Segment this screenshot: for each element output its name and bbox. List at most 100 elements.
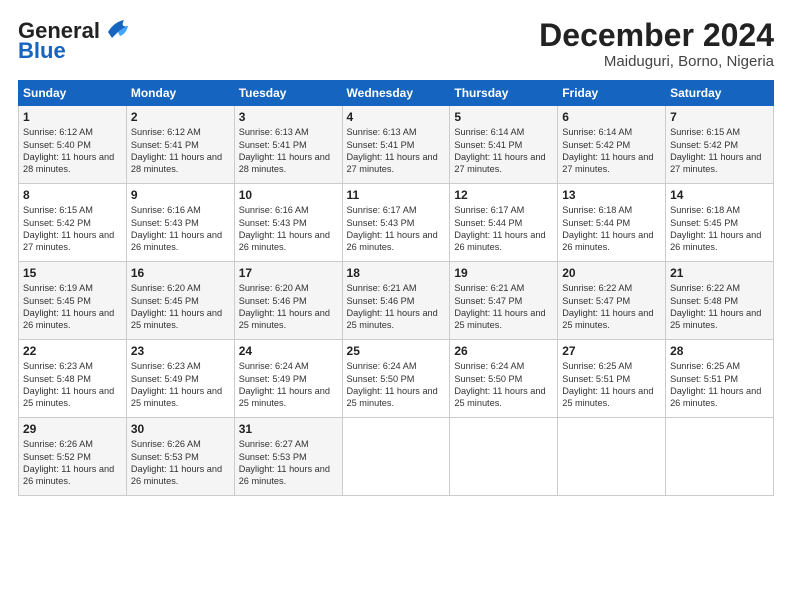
day-number: 3	[239, 110, 338, 124]
calendar-cell: 27 Sunrise: 6:25 AM Sunset: 5:51 PM Dayl…	[558, 340, 666, 418]
sunrise-label: Sunrise: 6:23 AM	[131, 361, 201, 371]
weekday-header-saturday: Saturday	[666, 81, 774, 106]
day-number: 13	[562, 188, 661, 202]
sunset-label: Sunset: 5:43 PM	[239, 218, 307, 228]
daylight-label: Daylight: 11 hours and 26 minutes.	[239, 230, 330, 252]
daylight-label: Daylight: 11 hours and 25 minutes.	[131, 308, 222, 330]
daylight-label: Daylight: 11 hours and 28 minutes.	[239, 152, 330, 174]
day-number: 11	[347, 188, 446, 202]
calendar-cell: 29 Sunrise: 6:26 AM Sunset: 5:52 PM Dayl…	[19, 418, 127, 496]
sunset-label: Sunset: 5:50 PM	[454, 374, 522, 384]
calendar-cell	[558, 418, 666, 496]
calendar-cell: 13 Sunrise: 6:18 AM Sunset: 5:44 PM Dayl…	[558, 184, 666, 262]
weekday-header-sunday: Sunday	[19, 81, 127, 106]
calendar-cell: 3 Sunrise: 6:13 AM Sunset: 5:41 PM Dayli…	[234, 106, 342, 184]
daylight-label: Daylight: 11 hours and 25 minutes.	[347, 386, 438, 408]
day-number: 10	[239, 188, 338, 202]
day-number: 15	[23, 266, 122, 280]
sunrise-label: Sunrise: 6:26 AM	[131, 439, 201, 449]
weekday-header-monday: Monday	[126, 81, 234, 106]
logo-bird-icon	[104, 18, 132, 40]
day-number: 4	[347, 110, 446, 124]
day-number: 20	[562, 266, 661, 280]
weekday-header-row: SundayMondayTuesdayWednesdayThursdayFrid…	[19, 81, 774, 106]
sunrise-label: Sunrise: 6:18 AM	[670, 205, 740, 215]
day-info: Sunrise: 6:15 AM Sunset: 5:42 PM Dayligh…	[670, 126, 769, 176]
sunset-label: Sunset: 5:43 PM	[131, 218, 199, 228]
day-info: Sunrise: 6:23 AM Sunset: 5:48 PM Dayligh…	[23, 360, 122, 410]
sunset-label: Sunset: 5:43 PM	[347, 218, 415, 228]
daylight-label: Daylight: 11 hours and 25 minutes.	[131, 386, 222, 408]
calendar-subtitle: Maiduguri, Borno, Nigeria	[539, 53, 774, 70]
day-info: Sunrise: 6:24 AM Sunset: 5:50 PM Dayligh…	[347, 360, 446, 410]
calendar-table: SundayMondayTuesdayWednesdayThursdayFrid…	[18, 80, 774, 496]
calendar-cell: 20 Sunrise: 6:22 AM Sunset: 5:47 PM Dayl…	[558, 262, 666, 340]
day-info: Sunrise: 6:25 AM Sunset: 5:51 PM Dayligh…	[562, 360, 661, 410]
weekday-header-tuesday: Tuesday	[234, 81, 342, 106]
day-number: 29	[23, 422, 122, 436]
sunset-label: Sunset: 5:51 PM	[562, 374, 630, 384]
sunset-label: Sunset: 5:47 PM	[562, 296, 630, 306]
daylight-label: Daylight: 11 hours and 25 minutes.	[239, 308, 330, 330]
sunrise-label: Sunrise: 6:19 AM	[23, 283, 93, 293]
day-info: Sunrise: 6:12 AM Sunset: 5:40 PM Dayligh…	[23, 126, 122, 176]
calendar-week-row: 22 Sunrise: 6:23 AM Sunset: 5:48 PM Dayl…	[19, 340, 774, 418]
sunset-label: Sunset: 5:52 PM	[23, 452, 91, 462]
sunrise-label: Sunrise: 6:12 AM	[23, 127, 93, 137]
daylight-label: Daylight: 11 hours and 26 minutes.	[347, 230, 438, 252]
sunrise-label: Sunrise: 6:23 AM	[23, 361, 93, 371]
daylight-label: Daylight: 11 hours and 26 minutes.	[239, 464, 330, 486]
sunset-label: Sunset: 5:41 PM	[239, 140, 307, 150]
day-info: Sunrise: 6:26 AM Sunset: 5:52 PM Dayligh…	[23, 438, 122, 488]
calendar-week-row: 15 Sunrise: 6:19 AM Sunset: 5:45 PM Dayl…	[19, 262, 774, 340]
sunrise-label: Sunrise: 6:21 AM	[454, 283, 524, 293]
calendar-cell	[666, 418, 774, 496]
weekday-header-thursday: Thursday	[450, 81, 558, 106]
day-number: 23	[131, 344, 230, 358]
sunrise-label: Sunrise: 6:25 AM	[670, 361, 740, 371]
daylight-label: Daylight: 11 hours and 26 minutes.	[670, 230, 761, 252]
weekday-header-wednesday: Wednesday	[342, 81, 450, 106]
daylight-label: Daylight: 11 hours and 25 minutes.	[670, 308, 761, 330]
calendar-cell: 17 Sunrise: 6:20 AM Sunset: 5:46 PM Dayl…	[234, 262, 342, 340]
calendar-cell: 10 Sunrise: 6:16 AM Sunset: 5:43 PM Dayl…	[234, 184, 342, 262]
calendar-cell: 7 Sunrise: 6:15 AM Sunset: 5:42 PM Dayli…	[666, 106, 774, 184]
sunset-label: Sunset: 5:40 PM	[23, 140, 91, 150]
sunset-label: Sunset: 5:45 PM	[23, 296, 91, 306]
calendar-week-row: 1 Sunrise: 6:12 AM Sunset: 5:40 PM Dayli…	[19, 106, 774, 184]
sunrise-label: Sunrise: 6:15 AM	[670, 127, 740, 137]
calendar-cell: 15 Sunrise: 6:19 AM Sunset: 5:45 PM Dayl…	[19, 262, 127, 340]
sunrise-label: Sunrise: 6:17 AM	[347, 205, 417, 215]
day-info: Sunrise: 6:12 AM Sunset: 5:41 PM Dayligh…	[131, 126, 230, 176]
sunrise-label: Sunrise: 6:17 AM	[454, 205, 524, 215]
day-info: Sunrise: 6:13 AM Sunset: 5:41 PM Dayligh…	[239, 126, 338, 176]
daylight-label: Daylight: 11 hours and 26 minutes.	[23, 308, 114, 330]
calendar-cell: 14 Sunrise: 6:18 AM Sunset: 5:45 PM Dayl…	[666, 184, 774, 262]
day-info: Sunrise: 6:18 AM Sunset: 5:45 PM Dayligh…	[670, 204, 769, 254]
sunrise-label: Sunrise: 6:24 AM	[347, 361, 417, 371]
calendar-cell: 12 Sunrise: 6:17 AM Sunset: 5:44 PM Dayl…	[450, 184, 558, 262]
day-number: 24	[239, 344, 338, 358]
day-number: 9	[131, 188, 230, 202]
day-info: Sunrise: 6:20 AM Sunset: 5:46 PM Dayligh…	[239, 282, 338, 332]
weekday-header-friday: Friday	[558, 81, 666, 106]
calendar-cell: 22 Sunrise: 6:23 AM Sunset: 5:48 PM Dayl…	[19, 340, 127, 418]
sunrise-label: Sunrise: 6:24 AM	[239, 361, 309, 371]
daylight-label: Daylight: 11 hours and 25 minutes.	[454, 386, 545, 408]
sunset-label: Sunset: 5:53 PM	[239, 452, 307, 462]
day-number: 31	[239, 422, 338, 436]
sunrise-label: Sunrise: 6:20 AM	[131, 283, 201, 293]
daylight-label: Daylight: 11 hours and 28 minutes.	[131, 152, 222, 174]
day-number: 17	[239, 266, 338, 280]
day-info: Sunrise: 6:22 AM Sunset: 5:47 PM Dayligh…	[562, 282, 661, 332]
calendar-cell: 4 Sunrise: 6:13 AM Sunset: 5:41 PM Dayli…	[342, 106, 450, 184]
day-info: Sunrise: 6:21 AM Sunset: 5:47 PM Dayligh…	[454, 282, 553, 332]
day-info: Sunrise: 6:14 AM Sunset: 5:41 PM Dayligh…	[454, 126, 553, 176]
day-number: 21	[670, 266, 769, 280]
day-info: Sunrise: 6:21 AM Sunset: 5:46 PM Dayligh…	[347, 282, 446, 332]
calendar-cell	[450, 418, 558, 496]
day-number: 26	[454, 344, 553, 358]
day-info: Sunrise: 6:22 AM Sunset: 5:48 PM Dayligh…	[670, 282, 769, 332]
sunrise-label: Sunrise: 6:26 AM	[23, 439, 93, 449]
sunrise-label: Sunrise: 6:16 AM	[239, 205, 309, 215]
